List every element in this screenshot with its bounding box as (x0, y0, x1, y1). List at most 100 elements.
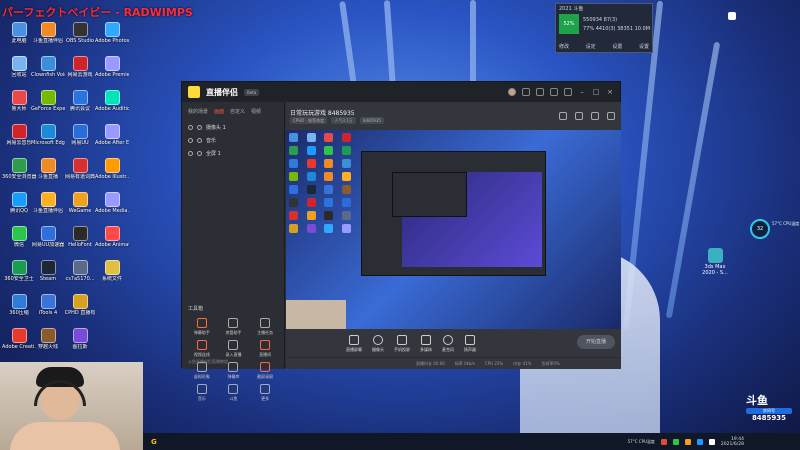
desktop-icon[interactable]: GeForce Experience (31, 90, 65, 112)
eye-icon[interactable] (188, 138, 193, 143)
desktop-icon[interactable]: iTools 4 (31, 294, 65, 316)
preview-app-icon (306, 133, 316, 142)
desktop-icon[interactable]: Adobe Media... (95, 192, 129, 214)
message-icon[interactable] (522, 88, 530, 96)
share-icon[interactable] (607, 112, 615, 120)
desktop-icon[interactable]: 腾讯会议 (63, 90, 97, 112)
stream-preview[interactable] (286, 130, 621, 329)
desktop-icon[interactable]: Adobe Photosho... (95, 22, 129, 44)
start-stream-button[interactable]: 开始直播 (577, 335, 615, 349)
desktop-icon[interactable]: 系统文件 (95, 260, 129, 282)
close-icon[interactable]: × (606, 88, 614, 96)
tray-icon[interactable] (684, 438, 691, 445)
taskbar-app-icon[interactable]: G (151, 438, 157, 446)
desktop-icon[interactable]: 穿越火线 (31, 328, 65, 350)
tab-screen[interactable]: 画面 (214, 108, 224, 115)
desktop-icon[interactable]: 斗鱼直播 (31, 158, 65, 180)
scene-item[interactable]: 摄像头 1 (182, 121, 284, 134)
clock[interactable]: 19:44 2021/6/28 (721, 437, 800, 447)
preview-app-icon (324, 211, 333, 220)
scene-item[interactable]: 全屏 1 (182, 147, 284, 160)
desktop-icon[interactable]: Clownfish Voice... (31, 56, 65, 78)
lock-icon[interactable] (197, 151, 202, 156)
desktop-icon[interactable]: 斗鱼直播伴侣 (31, 192, 65, 214)
tool-icon (228, 340, 239, 350)
app-icon (40, 260, 56, 275)
wallpaper-hair (665, 41, 721, 319)
desktop-icon[interactable]: 网易云游戏 (63, 56, 97, 78)
widget-btn[interactable]: 修改 (559, 43, 569, 50)
desktop-icon[interactable]: 斗鱼直播伴侣 (31, 22, 65, 44)
desktop-icon[interactable]: OBS Studio (63, 22, 97, 44)
tray-icon[interactable] (672, 438, 679, 445)
screen-capture-button[interactable]: 直播屏幕 (346, 335, 362, 353)
toolbox-item[interactable]: 主播任务 (249, 318, 281, 336)
tab-scenes[interactable]: 我的场景 (188, 108, 208, 115)
desktop-icon[interactable]: HelloFont (63, 226, 97, 248)
desktop-icon[interactable]: Adobe After Eff... (95, 124, 129, 146)
tab-video[interactable]: 视频 (251, 108, 261, 115)
microphone-button[interactable]: 麦克风 (442, 335, 454, 353)
toolbox-item[interactable]: 视频连线 (186, 340, 218, 358)
bell-icon[interactable] (591, 112, 599, 120)
desktop-icon[interactable]: 网易UU (63, 124, 97, 146)
desktop-icon[interactable]: Adobe Animate (95, 226, 129, 248)
desktop-icon[interactable]: Adobe Premiere... (95, 56, 129, 78)
desktop-icon[interactable]: Adobe Illustr... (95, 158, 129, 180)
toolbox-item[interactable]: 斗鱼 (218, 384, 250, 402)
toolbox-item[interactable]: 房管助手 (218, 318, 250, 336)
preview-app-icon (306, 198, 316, 207)
lock-icon[interactable] (197, 125, 202, 130)
toolbox-item[interactable]: 截屏录屏 (249, 362, 281, 380)
tray-icon[interactable] (660, 438, 667, 445)
preview-app-icon (289, 146, 298, 155)
menu-icon[interactable] (564, 88, 572, 96)
app-icon (104, 124, 120, 139)
toolbox-item[interactable]: 直播间 (249, 340, 281, 358)
gift-icon[interactable] (559, 112, 567, 120)
desktop-icon[interactable]: 网易有道词典 (63, 158, 97, 180)
speaker-button[interactable]: 扬声器 (464, 335, 476, 353)
screen-icon[interactable] (575, 112, 583, 120)
widget-btn[interactable]: 设置 (612, 43, 622, 50)
scene-item[interactable]: 音乐 (182, 134, 284, 147)
desktop-icon[interactable]: cs7a5170... (63, 260, 97, 282)
desktop-icon[interactable]: CPHD 直播有 (63, 294, 97, 316)
maximize-icon[interactable]: □ (592, 88, 600, 96)
desktop-icon[interactable]: Adobe Audition (95, 90, 129, 112)
desktop-icon[interactable]: Microsoft Edge (31, 124, 65, 146)
tutorial-link[interactable]: 斗鱼直播伴侣直播教程 (188, 359, 228, 365)
cpu-gauge[interactable]: 32 (750, 219, 770, 239)
eye-icon[interactable] (188, 151, 193, 156)
toolbox-item[interactable]: 更多 (249, 384, 281, 402)
media-button[interactable]: 多媒体 (420, 335, 432, 353)
preview-app-icon (324, 159, 333, 168)
desktop-icon[interactable]: Steam (31, 260, 65, 282)
app-icon (40, 56, 56, 71)
toolbox-item[interactable]: 录入直播 (218, 340, 250, 358)
volume-icon[interactable] (708, 438, 715, 445)
phone-cast-button[interactable]: 手机投屏 (394, 335, 410, 353)
desktop-icon[interactable]: 网易UU加速器 (31, 226, 65, 248)
preview-app-icon (289, 185, 298, 194)
toolbox-item[interactable]: 音乐 (186, 384, 218, 402)
desktop-icon[interactable]: 图拉斯 (63, 328, 97, 350)
desktop-icon[interactable]: 3ds Max 2020 - S... (698, 248, 732, 276)
minimize-icon[interactable]: – (578, 88, 586, 96)
lock-icon[interactable] (197, 138, 202, 143)
avatar-icon[interactable] (508, 88, 516, 96)
desktop-icon[interactable]: WeGame (63, 192, 97, 214)
scene-label: 摄像头 1 (206, 125, 226, 131)
shirt-icon[interactable] (728, 12, 736, 20)
gear-icon[interactable] (550, 88, 558, 96)
widget-btn[interactable]: 设置 (639, 43, 649, 50)
camera-button[interactable]: 摄像头 (372, 335, 384, 353)
widget-btn[interactable]: 设定 (586, 43, 596, 50)
tool-label: 虚拟形象 (193, 374, 210, 379)
eye-icon[interactable] (188, 125, 193, 130)
app-icon (104, 90, 120, 105)
tab-custom[interactable]: 自定义 (230, 108, 245, 115)
tray-icon[interactable] (696, 438, 703, 445)
shirt-icon[interactable] (536, 88, 544, 96)
toolbox-item[interactable]: 弹幕助手 (186, 318, 218, 336)
